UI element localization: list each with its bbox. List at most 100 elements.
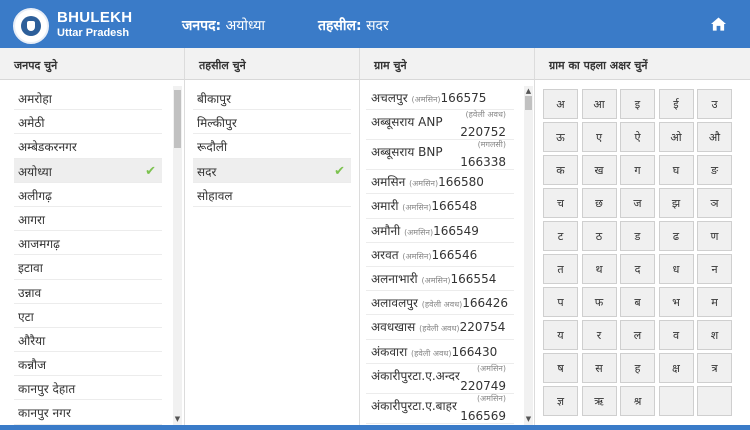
letter-button[interactable]: श्र: [620, 386, 655, 416]
letter-button[interactable]: प: [543, 287, 578, 317]
letter-button[interactable]: अ: [543, 89, 578, 119]
letter-button[interactable]: औ: [697, 122, 732, 152]
district-item[interactable]: कानपुर नगर: [14, 400, 162, 425]
letter-button[interactable]: ग: [620, 155, 655, 185]
letter-button[interactable]: भ: [658, 287, 694, 317]
letter-button[interactable]: छ: [581, 188, 617, 218]
village-item[interactable]: अब्बूसराय BNP (मगलसी) 166338: [366, 140, 514, 171]
district-item[interactable]: अलीगढ़: [14, 183, 162, 207]
village-item[interactable]: अलावलपुर (हवेली अवध)166426: [366, 291, 514, 316]
letter-button[interactable]: त: [543, 254, 578, 284]
scroll-up-arrow-icon[interactable]: ▲: [525, 87, 532, 95]
letter-button[interactable]: ट: [543, 221, 578, 251]
district-item[interactable]: आगरा: [14, 207, 162, 232]
letter-button[interactable]: ई: [658, 89, 694, 119]
tehsil-item[interactable]: सोहावल: [193, 183, 351, 207]
district-item[interactable]: कन्नौज: [14, 352, 162, 377]
letter-button[interactable]: द: [620, 254, 655, 284]
letter-button[interactable]: फ: [581, 287, 617, 317]
letter-button[interactable]: क: [543, 155, 578, 185]
letter-button[interactable]: थ: [581, 254, 617, 284]
letter-button[interactable]: ख: [581, 155, 617, 185]
letter-button[interactable]: आ: [581, 89, 617, 119]
village-code: 166549: [433, 223, 479, 238]
letter-button[interactable]: ऋ: [581, 386, 617, 416]
village-item[interactable]: अब्बूसराय ANP (हवेली अवध) 220752: [366, 110, 514, 141]
tehsil-item[interactable]: रूदौली: [193, 134, 351, 159]
district-item[interactable]: अम्बेडकरनगर: [14, 134, 162, 159]
letter-button[interactable]: ठ: [581, 221, 617, 251]
letter-button[interactable]: ध: [658, 254, 694, 284]
empty-letter-button[interactable]: [697, 386, 732, 416]
letter-button[interactable]: ब: [620, 287, 655, 317]
village-item[interactable]: अमौनी (अमसिन)166549: [366, 219, 514, 243]
letter-button[interactable]: ञ: [697, 188, 732, 218]
village-item[interactable]: अलनाभारी (अमसिन)166554: [366, 267, 514, 292]
letter-button[interactable]: स: [581, 353, 617, 383]
letter-button[interactable]: ल: [620, 320, 655, 350]
district-item[interactable]: आजमगढ़: [14, 231, 162, 256]
letter-button[interactable]: ढ: [658, 221, 694, 251]
home-icon[interactable]: [711, 17, 726, 31]
village-item[interactable]: अरवत (अमसिन)166546: [366, 243, 514, 267]
village-list: अचलपुर (अमसिन)166575 अब्बूसराय ANP (हवेली …: [366, 86, 514, 424]
tehsil-item[interactable]: मिल्कीपुर: [193, 110, 351, 135]
letter-button[interactable]: य: [543, 320, 578, 350]
village-name: अंकारीपुरटा.ए.अन्दर: [371, 368, 460, 383]
letter-button[interactable]: उ: [697, 89, 732, 119]
letter-button[interactable]: त्र: [697, 353, 732, 383]
village-code: 166430: [451, 344, 498, 359]
village-item[interactable]: अंकवारा (हवेली अवध)166430: [366, 340, 514, 364]
district-item-label: आजमगढ़: [18, 237, 60, 252]
letter-button[interactable]: ह: [620, 353, 655, 383]
tehsil-item[interactable]: बीकापुर: [193, 86, 351, 111]
district-item[interactable]: कानपुर देहात: [14, 376, 162, 401]
scrollbar-thumb[interactable]: [174, 90, 181, 148]
letter-button[interactable]: झ: [658, 188, 694, 218]
letter-button[interactable]: ऊ: [543, 122, 578, 152]
village-item[interactable]: अवधखास (हवेली अवध)220754: [366, 315, 514, 340]
tehsil-label: तहसील:: [318, 18, 362, 34]
village-item[interactable]: अचलपुर (अमसिन)166575: [366, 86, 514, 111]
village-scrollbar[interactable]: ▲ ▼: [524, 86, 533, 425]
village-item[interactable]: अमारी (अमसिन)166548: [366, 194, 514, 219]
district-item[interactable]: अमेठी: [14, 110, 162, 135]
letter-button[interactable]: म: [697, 287, 732, 317]
district-item[interactable]: अमरोहा: [14, 86, 162, 111]
scroll-down-arrow-icon[interactable]: ▼: [174, 415, 181, 423]
district-item[interactable]: अयोध्या ✔: [14, 158, 162, 183]
letter-button[interactable]: ण: [697, 221, 732, 251]
district-item-label: कन्नौज: [18, 358, 47, 373]
scrollbar-thumb[interactable]: [525, 96, 532, 110]
village-item[interactable]: अमसिन (अमसिन)166580: [366, 170, 514, 195]
letter-button[interactable]: ष: [543, 353, 578, 383]
letter-button[interactable]: ऐ: [620, 122, 655, 152]
letter-button[interactable]: इ: [620, 89, 655, 119]
letter-button[interactable]: र: [581, 320, 617, 350]
tehsil-column-header: तहसील चुने: [185, 48, 360, 80]
district-item[interactable]: औरैया: [14, 328, 162, 353]
district-item[interactable]: इटावा: [14, 255, 162, 280]
letter-button[interactable]: ज्ञ: [543, 386, 578, 416]
letter-button[interactable]: क्ष: [658, 353, 694, 383]
letter-button[interactable]: ड: [620, 221, 655, 251]
letter-button[interactable]: न: [697, 254, 732, 284]
letter-button[interactable]: च: [543, 188, 578, 218]
tehsil-item-label: बीकापुर: [197, 92, 232, 106]
letter-button[interactable]: घ: [658, 155, 694, 185]
tehsil-item[interactable]: सदर ✔: [193, 158, 351, 183]
district-item[interactable]: एटा: [14, 304, 162, 328]
letter-button[interactable]: व: [658, 320, 694, 350]
village-item[interactable]: अंकारीपुरटा.ए.अन्दर (अमसिन) 220749: [366, 364, 514, 394]
district-item[interactable]: उन्नाव: [14, 280, 162, 304]
letter-button[interactable]: ए: [581, 122, 617, 152]
village-item[interactable]: अंकारीपुरटा.ए.बाहर (अमसिन) 166569: [366, 394, 514, 424]
district-scrollbar[interactable]: ▼: [173, 86, 182, 425]
scroll-down-arrow-icon[interactable]: ▼: [525, 415, 532, 423]
letter-button[interactable]: ङ: [697, 155, 732, 185]
letter-button[interactable]: ओ: [658, 122, 694, 152]
letter-button[interactable]: ज: [620, 188, 655, 218]
village-code: 166548: [431, 199, 478, 214]
empty-letter-button[interactable]: [658, 386, 694, 416]
letter-button[interactable]: श: [697, 320, 732, 350]
